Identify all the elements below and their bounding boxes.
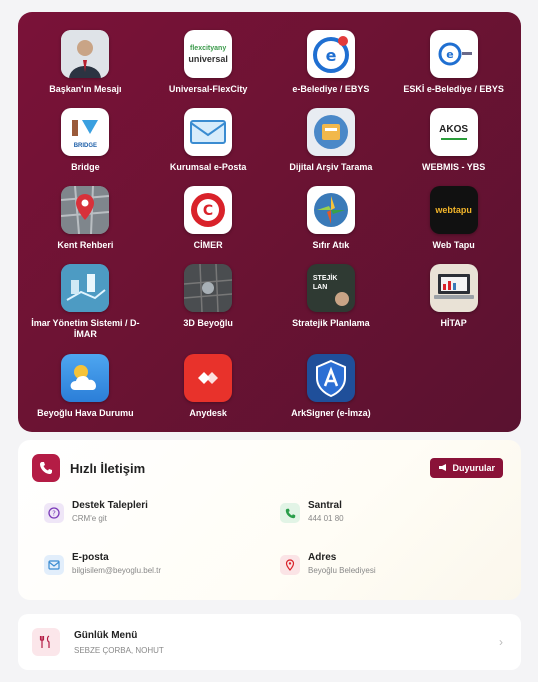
archive-scan-icon (306, 108, 355, 156)
quick-contact-card: Hızlı İletişim Duyurular ? Destek Talepl… (18, 440, 521, 600)
app-label: WEBMIS - YBS (421, 162, 486, 172)
mail-icon (44, 555, 64, 575)
svg-text:C: C (203, 203, 213, 219)
announcements-button[interactable]: Duyurular (430, 458, 503, 478)
eski-ebelediye-logo-icon: e (429, 30, 478, 78)
app-label: HİTAP (440, 318, 467, 328)
phone-icon (32, 454, 60, 482)
app-kurumsal-eposta[interactable]: Kurumsal e-Posta (147, 108, 270, 186)
ebelediye-logo-icon: e (306, 30, 355, 78)
app-label: ESKİ e-Belediye / EBYS (403, 84, 504, 94)
svg-text:e: e (325, 46, 336, 65)
3d-map-icon (184, 264, 233, 312)
zero-waste-icon (306, 186, 355, 234)
akos-logo-text: AKOS (439, 124, 469, 135)
contact-title: E-posta (72, 552, 109, 563)
app-label: Beyoğlu Hava Durumu (37, 408, 134, 418)
fork-knife-icon (32, 628, 60, 656)
contact-sub: bilgisilem@beyoglu.bel.tr (72, 566, 162, 575)
app-label: 3D Beyoğlu (183, 318, 233, 328)
app-label: Web Tapu (432, 240, 475, 250)
daily-menu-card[interactable]: Günlük Menü SEBZE ÇORBA, NOHUT › (18, 614, 521, 670)
quick-contact-header: Hızlı İletişim (32, 454, 145, 482)
city-map-icon (61, 186, 110, 234)
svg-text:?: ? (52, 510, 56, 518)
quick-contact-title: Hızlı İletişim (70, 460, 146, 476)
cimer-logo-icon: C (184, 186, 233, 234)
flexcity-logo-top: flexcityany (190, 45, 227, 52)
app-label: CİMER (193, 240, 223, 250)
app-label: Bridge (71, 162, 100, 172)
app-label: Dijital Arşiv Tarama (289, 162, 373, 172)
megaphone-icon (438, 463, 448, 474)
app-grid: Başkan'ın Mesajı flexcityany universal U… (18, 30, 521, 432)
strategy-board-icon: STEJİK LAN (306, 264, 355, 312)
app-label: Kurumsal e-Posta (169, 162, 247, 172)
app-kent-rehberi[interactable]: Kent Rehberi (24, 186, 147, 264)
contact-title: Adres (308, 552, 337, 563)
help-circle-icon: ? (44, 503, 64, 523)
envelope-icon (184, 108, 233, 156)
daily-menu-title: Günlük Menü (74, 630, 138, 641)
contact-sub: 444 01 80 (308, 514, 344, 523)
flexcity-logo-icon: flexcityany universal (184, 30, 233, 78)
chevron-right-icon: › (499, 635, 503, 649)
contact-title: Destek Talepleri (72, 500, 148, 511)
zoning-city-icon (61, 264, 110, 312)
app-label: Universal-FlexCity (168, 84, 248, 94)
app-label: Anydesk (189, 408, 227, 418)
contact-email[interactable]: E-posta bilgisilem@beyoglu.bel.tr (44, 552, 161, 575)
laptop-chart-icon (429, 264, 478, 312)
webtapu-logo-icon: webtapu (429, 186, 478, 234)
app-label: Sıfır Atık (312, 240, 350, 250)
announcements-label: Duyurular (452, 463, 495, 473)
app-label: İmar Yönetim Sistemi / D-İMAR (31, 318, 140, 339)
app-baskan-mesaji[interactable]: Başkan'ın Mesajı (24, 30, 147, 108)
contact-santral[interactable]: Santral 444 01 80 (280, 500, 344, 523)
phone-icon (280, 503, 300, 523)
app-imar-yonetim[interactable]: İmar Yönetim Sistemi / D-İMAR (24, 264, 147, 354)
app-label: Başkan'ın Mesajı (49, 84, 122, 94)
webtapu-logo-text: webtapu (435, 205, 472, 215)
daily-menu-items: SEBZE ÇORBA, NOHUT (74, 646, 164, 655)
contact-support[interactable]: ? Destek Talepleri CRM'e git (44, 500, 148, 523)
app-ebelediye[interactable]: e e-Belediye / EBYS (270, 30, 393, 108)
bridge-logo-text: BRIDGE (73, 142, 98, 149)
app-bridge[interactable]: BRIDGE Bridge (24, 108, 147, 186)
contact-address[interactable]: Adres Beyoğlu Belediyesi (280, 552, 376, 575)
strategy-board-text: STEJİK LAN (312, 275, 338, 291)
app-cimer[interactable]: C CİMER (147, 186, 270, 264)
app-eski-ebelediye[interactable]: e ESKİ e-Belediye / EBYS (392, 30, 515, 108)
app-hitap[interactable]: HİTAP (392, 264, 515, 354)
arksigner-logo-icon (306, 354, 355, 402)
app-anydesk[interactable]: Anydesk (147, 354, 270, 432)
app-webmis-ybs[interactable]: AKOS WEBMIS - YBS (392, 108, 515, 186)
flexcity-logo-bottom: universal (188, 54, 228, 64)
app-web-tapu[interactable]: webtapu Web Tapu (392, 186, 515, 264)
location-pin-icon (280, 555, 300, 575)
app-dijital-arsiv[interactable]: Dijital Arşiv Tarama (270, 108, 393, 186)
app-hava-durumu[interactable]: Beyoğlu Hava Durumu (24, 354, 147, 432)
app-3d-beyoglu[interactable]: 3D Beyoğlu (147, 264, 270, 354)
mayor-portrait-icon (61, 30, 110, 78)
contact-title: Santral (308, 500, 342, 511)
app-sifir-atik[interactable]: Sıfır Atık (270, 186, 393, 264)
app-arksigner[interactable]: ArkSigner (e-İmza) (270, 354, 393, 432)
contact-sub: CRM'e git (72, 514, 107, 523)
app-label: ArkSigner (e-İmza) (291, 408, 371, 418)
app-stratejik-planlama[interactable]: STEJİK LAN Stratejik Planlama (270, 264, 393, 354)
app-universal-flexcity[interactable]: flexcityany universal Universal-FlexCity (147, 30, 270, 108)
app-label: e-Belediye / EBYS (292, 84, 370, 94)
apps-panel: Başkan'ın Mesajı flexcityany universal U… (18, 12, 521, 432)
bridge-logo-icon: BRIDGE (61, 108, 110, 156)
svg-text:e: e (446, 48, 453, 61)
app-label: Kent Rehberi (57, 240, 114, 250)
weather-cloud-icon (61, 354, 110, 402)
anydesk-logo-icon (184, 354, 233, 402)
akos-logo-icon: AKOS (429, 108, 478, 156)
contact-sub: Beyoğlu Belediyesi (308, 566, 376, 575)
app-label: Stratejik Planlama (292, 318, 370, 328)
